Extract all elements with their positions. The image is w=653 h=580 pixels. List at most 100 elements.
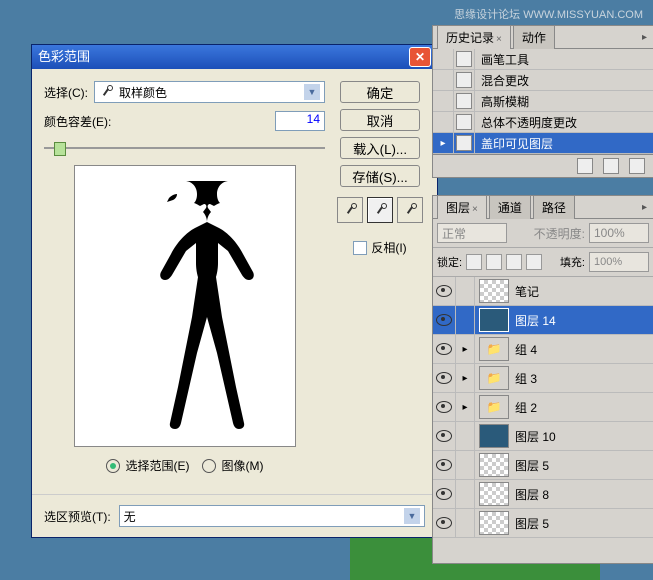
history-step-icon <box>456 51 472 67</box>
fill-input[interactable]: 100% <box>589 252 649 272</box>
layer-name: 图层 8 <box>513 486 549 503</box>
fuzziness-label: 颜色容差(E): <box>44 113 111 130</box>
blend-mode-select[interactable]: 正常 <box>437 223 507 243</box>
create-document-icon[interactable] <box>577 158 593 174</box>
visibility-toggle[interactable] <box>433 277 456 305</box>
visibility-toggle[interactable] <box>433 364 456 392</box>
visibility-toggle[interactable] <box>433 335 456 363</box>
history-item[interactable]: 高斯模糊 <box>433 91 653 112</box>
fuzziness-input[interactable]: 14 <box>275 111 325 131</box>
layer-name: 组 3 <box>513 370 537 387</box>
history-item[interactable]: 总体不透明度更改 <box>433 112 653 133</box>
visibility-toggle[interactable] <box>433 509 456 537</box>
chevron-down-icon: ▼ <box>304 84 320 100</box>
radio-selection[interactable]: 选择范围(E) <box>106 457 190 474</box>
history-item[interactable]: ▸盖印可见图层 <box>433 133 653 154</box>
eye-icon <box>436 517 452 529</box>
tab-history[interactable]: 历史记录× <box>437 25 511 49</box>
tab-channels[interactable]: 通道 <box>489 195 531 219</box>
layer-row[interactable]: 图层 5 <box>433 509 653 538</box>
eye-icon <box>436 314 452 326</box>
visibility-toggle[interactable] <box>433 422 456 450</box>
eye-icon <box>436 430 452 442</box>
close-icon[interactable]: × <box>472 204 478 215</box>
eye-icon <box>436 343 452 355</box>
ok-button[interactable]: 确定 <box>340 81 420 103</box>
selection-preview <box>74 165 296 447</box>
layer-row[interactable]: ▸📁组 2 <box>433 393 653 422</box>
eyedropper-icon <box>99 85 113 99</box>
radio-image[interactable]: 图像(M) <box>202 457 264 474</box>
trash-icon[interactable] <box>629 158 645 174</box>
panel-menu-icon[interactable]: ▸ <box>642 202 647 213</box>
layer-thumbnail <box>479 453 509 477</box>
dialog-title: 色彩范围 <box>38 45 90 69</box>
lock-brush-icon[interactable] <box>486 254 502 270</box>
lock-transparent-icon[interactable] <box>466 254 482 270</box>
folder-icon: 📁 <box>479 395 509 419</box>
opacity-input[interactable]: 100% <box>589 223 649 243</box>
slider-thumb[interactable] <box>54 142 66 156</box>
preview-dropdown[interactable]: 无 ▼ <box>119 505 425 527</box>
eyedropper-subtract-tool[interactable] <box>397 197 423 223</box>
visibility-toggle[interactable] <box>433 480 456 508</box>
close-icon[interactable]: ✕ <box>409 47 431 67</box>
select-value: 取样颜色 <box>119 84 167 101</box>
cancel-button[interactable]: 取消 <box>340 109 420 131</box>
layer-thumbnail <box>479 279 509 303</box>
tab-paths[interactable]: 路径 <box>533 195 575 219</box>
watermark-text: 思缘设计论坛 WWW.MISSYUAN.COM <box>454 6 643 22</box>
dialog-titlebar[interactable]: 色彩范围 ✕ <box>32 45 437 69</box>
save-button[interactable]: 存储(S)... <box>340 165 420 187</box>
history-label: 盖印可见图层 <box>475 135 553 152</box>
history-label: 画笔工具 <box>475 51 529 68</box>
fuzziness-slider[interactable] <box>44 139 325 157</box>
history-label: 总体不透明度更改 <box>475 114 577 131</box>
eyedropper-tool[interactable] <box>337 197 363 223</box>
preview-label: 选区预览(T): <box>44 508 111 525</box>
eye-icon <box>436 488 452 500</box>
opacity-label: 不透明度: <box>534 225 585 242</box>
eye-icon <box>436 372 452 384</box>
invert-checkbox[interactable]: 反相(I) <box>353 239 406 256</box>
eye-icon <box>436 459 452 471</box>
expand-icon[interactable]: ▸ <box>456 364 475 392</box>
layer-row[interactable]: 图层 5 <box>433 451 653 480</box>
layer-row[interactable]: ▸📁组 3 <box>433 364 653 393</box>
lock-all-icon[interactable] <box>526 254 542 270</box>
panel-menu-icon[interactable]: ▸ <box>642 32 647 43</box>
layer-name: 图层 5 <box>513 515 549 532</box>
eye-icon <box>436 285 452 297</box>
layer-row[interactable]: 图层 8 <box>433 480 653 509</box>
layer-row[interactable]: 图层 14 <box>433 306 653 335</box>
layer-row[interactable]: 图层 10 <box>433 422 653 451</box>
visibility-toggle[interactable] <box>433 451 456 479</box>
layer-thumbnail <box>479 308 509 332</box>
layer-name: 图层 14 <box>513 312 556 329</box>
tab-actions[interactable]: 动作 <box>513 25 555 49</box>
history-item[interactable]: 画笔工具 <box>433 49 653 70</box>
select-dropdown[interactable]: 取样颜色 ▼ <box>94 81 325 103</box>
layers-panel: 图层× 通道 路径 ▸ 正常 不透明度: 100% 锁定: 填充: 100% 笔… <box>432 195 653 564</box>
layer-name: 图层 10 <box>513 428 556 445</box>
layer-row[interactable]: ▸📁组 4 <box>433 335 653 364</box>
lock-move-icon[interactable] <box>506 254 522 270</box>
fill-label: 填充: <box>560 254 585 270</box>
layer-row[interactable]: 笔记 <box>433 277 653 306</box>
close-icon[interactable]: × <box>496 34 502 45</box>
expand-icon[interactable]: ▸ <box>456 335 475 363</box>
expand-icon[interactable]: ▸ <box>456 393 475 421</box>
select-label: 选择(C): <box>44 84 88 101</box>
history-label: 高斯模糊 <box>475 93 529 110</box>
load-button[interactable]: 载入(L)... <box>340 137 420 159</box>
visibility-toggle[interactable] <box>433 306 456 334</box>
layer-thumbnail <box>479 424 509 448</box>
eyedropper-add-tool[interactable] <box>367 197 393 223</box>
snapshot-icon[interactable] <box>603 158 619 174</box>
silhouette-image <box>105 176 265 436</box>
layer-name: 笔记 <box>513 283 539 300</box>
tab-layers[interactable]: 图层× <box>437 195 487 219</box>
history-item[interactable]: 混合更改 <box>433 70 653 91</box>
layer-name: 图层 5 <box>513 457 549 474</box>
visibility-toggle[interactable] <box>433 393 456 421</box>
